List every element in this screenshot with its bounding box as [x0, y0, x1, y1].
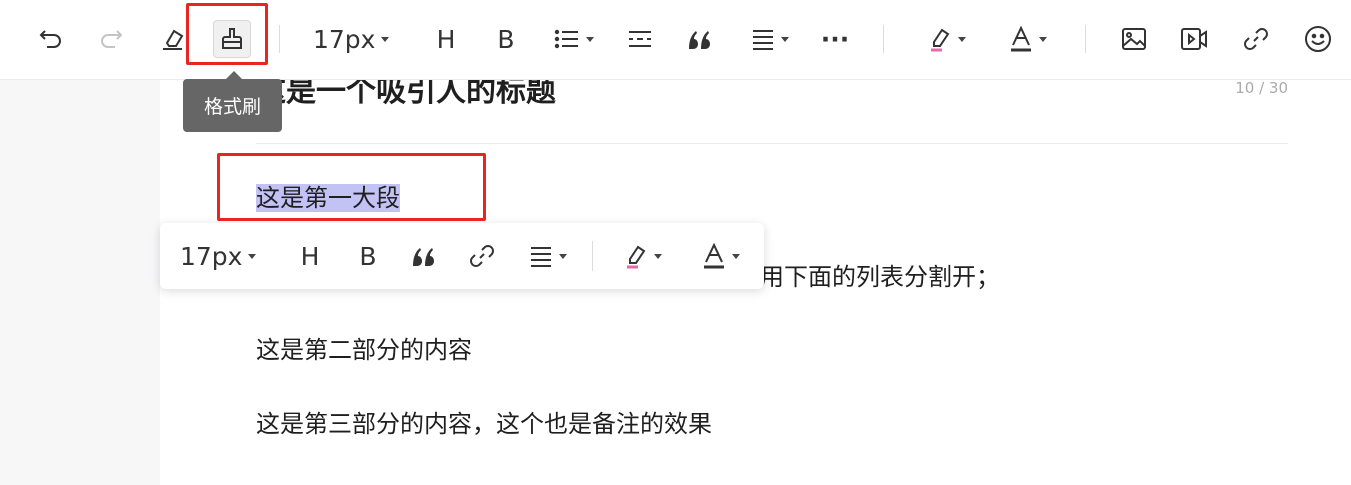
font-color-icon: [704, 243, 724, 269]
insert-video-button[interactable]: [1180, 20, 1208, 58]
bold-icon: B: [497, 24, 515, 54]
float-link-button[interactable]: [468, 237, 496, 275]
chevron-down-icon: [1039, 36, 1047, 42]
format-painter-icon: [222, 28, 242, 49]
list-button[interactable]: [550, 20, 598, 58]
eraser-icon: [163, 29, 184, 50]
selected-text[interactable]: 这是第一大段: [256, 184, 400, 212]
float-align-button[interactable]: [526, 237, 570, 275]
float-quote-button[interactable]: [410, 237, 438, 275]
paragraph-4[interactable]: 这是第三部分的内容，这个也是备注的效果: [256, 404, 712, 439]
chevron-down-icon: [586, 36, 594, 42]
float-font-size-select[interactable]: 17px: [180, 237, 272, 275]
bold-icon: B: [359, 241, 377, 271]
tooltip-arrow: [226, 71, 242, 79]
toolbar-divider: [279, 25, 280, 53]
chevron-down-icon: [781, 36, 789, 42]
floating-toolbar: 17px H B: [160, 223, 764, 289]
format-painter-tooltip: 格式刷: [183, 79, 282, 132]
font-size-value: 17px: [180, 241, 243, 271]
redo-icon: [101, 30, 123, 48]
paragraph-1[interactable]: 这是第一大段: [256, 178, 400, 213]
toolbar-divider: [1085, 25, 1086, 53]
insert-image-button[interactable]: [1120, 20, 1148, 58]
heading-icon: H: [300, 241, 320, 271]
redo-button[interactable]: [94, 20, 128, 58]
chevron-down-icon: [958, 36, 966, 42]
highlighter-icon: [627, 245, 646, 269]
heading-button[interactable]: H: [432, 20, 460, 58]
emoji-button[interactable]: [1303, 20, 1333, 58]
video-icon: [1181, 28, 1207, 50]
link-icon: [470, 245, 494, 267]
chevron-down-icon: [732, 253, 740, 259]
left-gutter: [0, 80, 160, 485]
toolbar-divider: [883, 25, 884, 53]
align-icon: [531, 247, 551, 267]
chevron-down-icon: [559, 253, 567, 259]
float-heading-button[interactable]: H: [296, 237, 324, 275]
format-painter-button[interactable]: [213, 20, 251, 58]
divider-button[interactable]: [626, 20, 654, 58]
float-highlight-color-button[interactable]: [620, 237, 666, 275]
float-bold-button[interactable]: B: [354, 237, 382, 275]
font-size-value: 17px: [313, 24, 376, 54]
chevron-down-icon: [381, 36, 390, 42]
link-icon: [1244, 28, 1268, 50]
insert-link-button[interactable]: [1242, 20, 1270, 58]
horizontal-rule-icon: [629, 31, 651, 47]
float-font-color-button[interactable]: [698, 237, 744, 275]
chevron-down-icon: [654, 253, 662, 259]
image-icon: [1122, 28, 1146, 50]
undo-button[interactable]: [34, 20, 68, 58]
undo-icon: [39, 30, 61, 48]
quote-button[interactable]: [686, 20, 714, 58]
bold-button[interactable]: B: [492, 20, 520, 58]
heading-icon: H: [436, 24, 456, 54]
float-toolbar-divider: [592, 241, 593, 271]
quote-icon: [689, 31, 710, 49]
paragraph-2[interactable]: 用下面的列表分割开；: [760, 257, 1000, 292]
align-icon: [753, 30, 773, 50]
clear-format-button[interactable]: [155, 20, 189, 58]
highlight-color-button[interactable]: [924, 20, 970, 58]
font-size-select[interactable]: 17px: [313, 20, 403, 58]
title-char-count: 10 / 30: [1235, 79, 1288, 97]
title-divider: [256, 143, 1288, 144]
bullet-list-icon: [554, 29, 578, 49]
more-icon: ···: [820, 24, 850, 54]
highlighter-icon: [931, 28, 950, 52]
font-color-button[interactable]: [1004, 20, 1052, 58]
more-button[interactable]: ···: [820, 20, 850, 58]
emoji-icon: [1305, 26, 1331, 52]
paragraph-3[interactable]: 这是第二部分的内容: [256, 330, 472, 365]
quote-icon: [413, 248, 434, 266]
chevron-down-icon: [248, 253, 257, 259]
top-toolbar: 17px H B ···: [0, 0, 1351, 80]
font-color-icon: [1011, 26, 1031, 52]
align-button[interactable]: [746, 20, 794, 58]
